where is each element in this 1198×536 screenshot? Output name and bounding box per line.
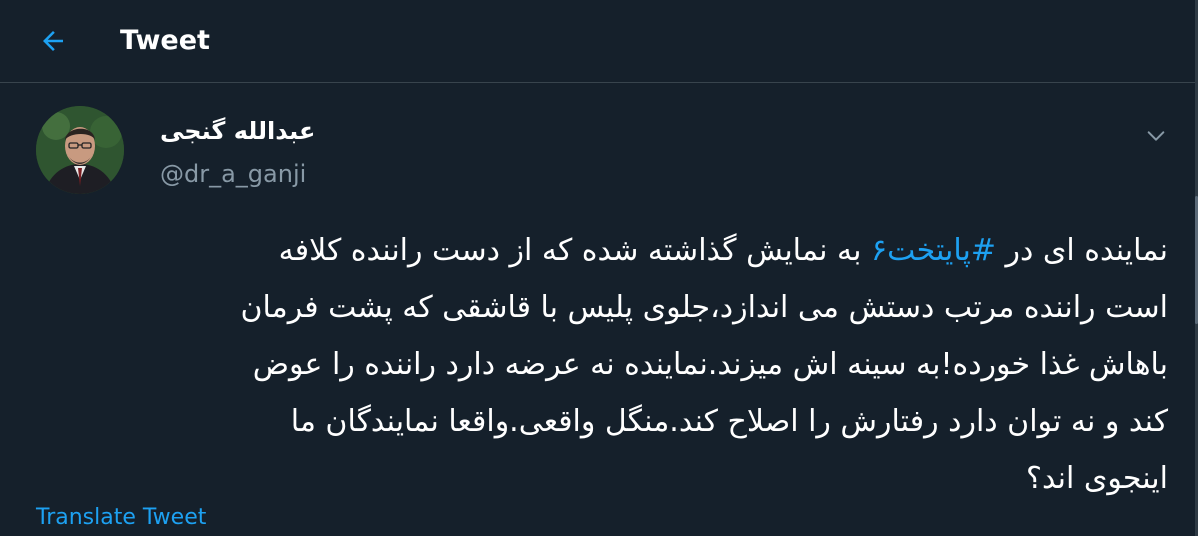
tweet-text-line: کند و نه توان دارد رفتارش را اصلاح کند.م… xyxy=(290,404,1168,439)
chevron-down-icon xyxy=(1147,131,1165,141)
profile-photo xyxy=(36,106,124,194)
top-bar: Tweet xyxy=(0,0,1196,83)
tweet-text-line: است راننده مرتب دستش می اندازد،جلوی پلیس… xyxy=(240,290,1168,325)
arrow-left-icon xyxy=(43,31,63,51)
author-display-name[interactable]: عبدالله گنجی xyxy=(160,114,315,148)
tweet-text: نماینده ای در #پایتخت۶ به نمایش گذاشته ش… xyxy=(36,222,1168,507)
hashtag-link[interactable]: #پایتخت۶ xyxy=(871,233,996,268)
tweet-text-line: باهاش غذا خورده!به سینه اش میزند.نماینده… xyxy=(252,347,1168,382)
tweet-text-line: اینجوی اند؟ xyxy=(1026,461,1168,496)
tweet-text-segment: به نمایش گذاشته شده که از دست راننده کلا… xyxy=(278,233,872,268)
translate-tweet-link[interactable]: Translate Tweet xyxy=(36,503,206,533)
tweet-text-line: نماینده ای در #پایتخت۶ به نمایش گذاشته ش… xyxy=(36,222,1168,279)
author-handle[interactable]: @dr_a_ganji xyxy=(160,158,306,190)
tweet-text-segment: نماینده ای در xyxy=(996,233,1168,268)
avatar[interactable] xyxy=(36,106,124,194)
back-button[interactable] xyxy=(34,24,72,58)
page-title: Tweet xyxy=(120,25,210,56)
tweet-menu-button[interactable] xyxy=(1136,118,1176,154)
